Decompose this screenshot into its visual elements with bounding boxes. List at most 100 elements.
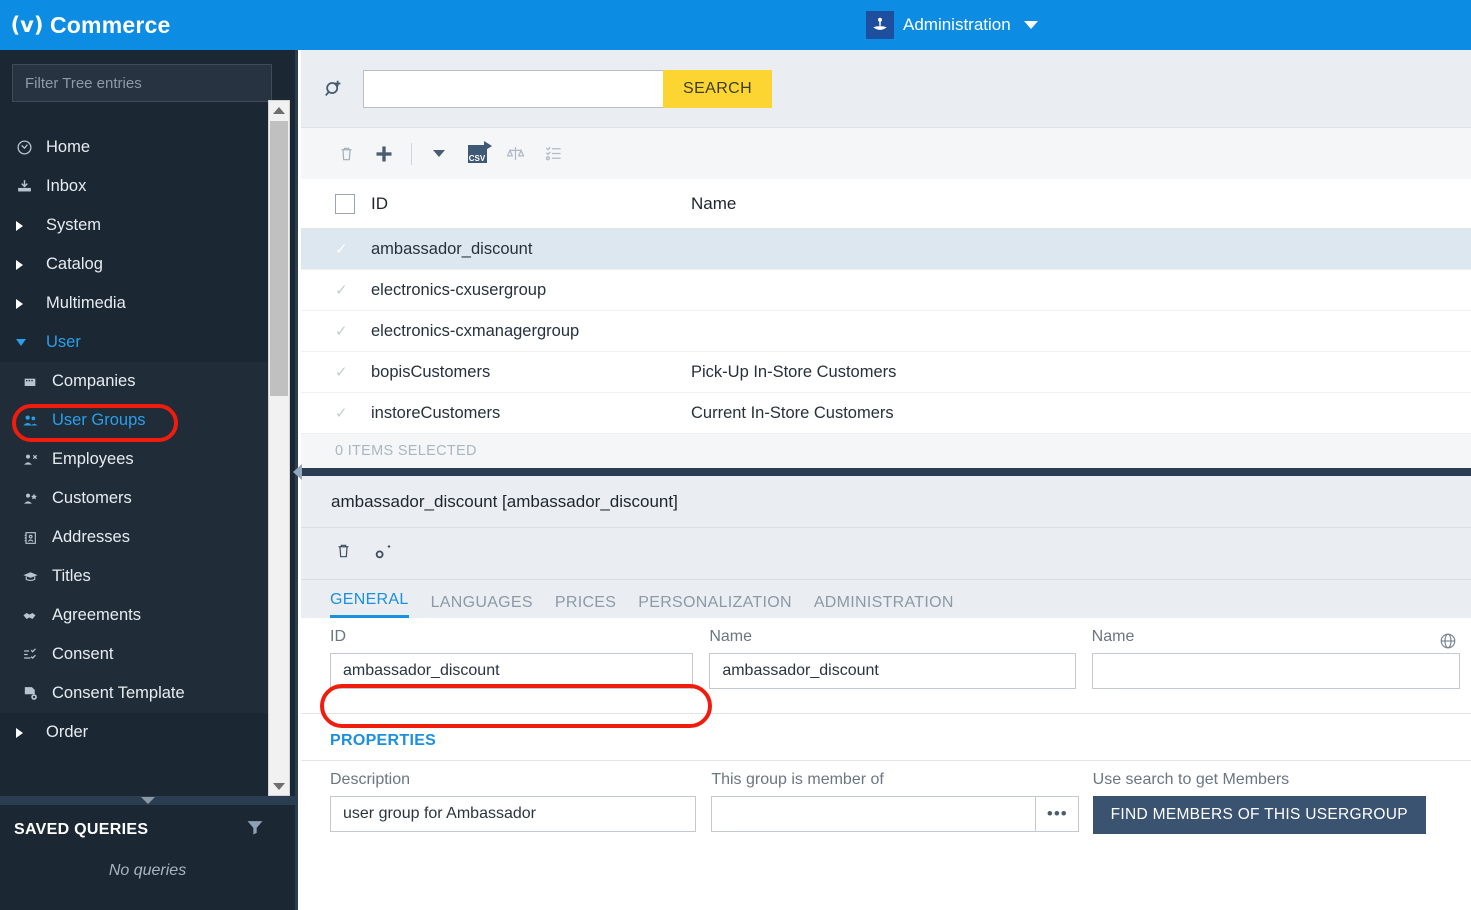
field-label-member-of: This group is member of bbox=[711, 771, 884, 788]
sidebar-item-label: Titles bbox=[52, 567, 91, 585]
user-avatar-icon bbox=[866, 11, 894, 39]
compare-icon[interactable] bbox=[504, 143, 526, 165]
search-button[interactable]: SEARCH bbox=[663, 69, 773, 108]
globe-icon[interactable] bbox=[1439, 632, 1457, 655]
tab-general[interactable]: GENERAL bbox=[330, 591, 409, 618]
triangle-right-icon[interactable] bbox=[16, 298, 40, 309]
properties-title: PROPERTIES bbox=[330, 732, 437, 749]
sidebar-item-multimedia[interactable]: Multimedia bbox=[0, 284, 268, 323]
sidebar-item-catalog[interactable]: Catalog bbox=[0, 245, 268, 284]
tab-administration[interactable]: ADMINISTRATION bbox=[814, 594, 954, 618]
selection-status: 0 ITEMS SELECTED bbox=[301, 434, 1471, 468]
sidebar-item-consent-template[interactable]: Consent Template bbox=[0, 674, 268, 713]
cell-id: bopisCustomers bbox=[371, 362, 491, 381]
sidebar-item-label: User Groups bbox=[52, 411, 146, 429]
add-icon[interactable] bbox=[373, 143, 395, 165]
sidebar-item-label: Customers bbox=[52, 489, 132, 507]
account-label: Administration bbox=[903, 15, 1011, 34]
cell-name: Current In-Store Customers bbox=[691, 403, 894, 422]
delete-icon[interactable] bbox=[335, 143, 357, 165]
triangle-right-icon[interactable] bbox=[16, 220, 40, 231]
collapse-down-icon[interactable] bbox=[140, 797, 155, 804]
select-list-icon[interactable] bbox=[542, 143, 564, 165]
sidebar-item-label: Addresses bbox=[52, 528, 130, 546]
cell-id: electronics-cxmanagergroup bbox=[371, 321, 580, 340]
sidebar-item-user[interactable]: User bbox=[0, 323, 268, 362]
sidebar-item-system[interactable]: System bbox=[0, 206, 268, 245]
member-of-input[interactable] bbox=[711, 796, 1037, 832]
scroll-down-icon[interactable] bbox=[269, 777, 289, 795]
detail-panel: ambassador_discount [ambassador_discount… bbox=[301, 476, 1471, 834]
export-csv-icon[interactable]: CSV bbox=[466, 140, 492, 165]
find-members-button[interactable]: FIND MEMBERS OF THIS USERGROUP bbox=[1092, 796, 1426, 834]
main-content: SEARCH CSV ID Name ✓ ambassador_discount… bbox=[293, 50, 1471, 910]
column-header-id[interactable]: ID bbox=[371, 194, 691, 214]
row-check-icon[interactable]: ✓ bbox=[335, 404, 355, 422]
row-check-icon[interactable]: ✓ bbox=[335, 240, 355, 258]
search-add-icon[interactable] bbox=[323, 78, 363, 100]
sidebar-item-order[interactable]: Order bbox=[0, 713, 268, 752]
field-label-name: Name bbox=[709, 628, 753, 645]
funnel-icon[interactable] bbox=[245, 817, 265, 842]
field-label-members: Use search to get Members bbox=[1092, 771, 1290, 788]
navigation-tree: Home Inbox System Catalog Multimedia Use… bbox=[0, 128, 298, 796]
sidebar-item-customers[interactable]: Customers bbox=[0, 479, 268, 518]
table-row[interactable]: ✓ electronics-cxusergroup bbox=[301, 270, 1471, 311]
name-localized-input[interactable] bbox=[1091, 653, 1460, 689]
tree-filter-input[interactable] bbox=[12, 64, 272, 102]
sidebar-item-inbox[interactable]: Inbox bbox=[0, 167, 268, 206]
row-check-icon[interactable]: ✓ bbox=[335, 322, 355, 340]
saved-queries-header: SAVED QUERIES bbox=[0, 805, 295, 842]
sidebar-item-titles[interactable]: Titles bbox=[0, 557, 268, 596]
inbox-icon bbox=[16, 178, 40, 195]
sidebar-item-consent[interactable]: Consent bbox=[0, 635, 268, 674]
id-input[interactable] bbox=[330, 653, 693, 689]
sidebar-item-home[interactable]: Home bbox=[0, 128, 268, 167]
tab-languages[interactable]: LANGUAGES bbox=[431, 594, 533, 618]
sidebar-item-addresses[interactable]: Addresses bbox=[0, 518, 268, 557]
sidebar-item-user-groups[interactable]: User Groups bbox=[0, 401, 268, 440]
sidebar-item-companies[interactable]: Companies bbox=[0, 362, 268, 401]
scrollbar-thumb[interactable] bbox=[270, 121, 288, 396]
field-name-secondary: Name bbox=[1091, 618, 1471, 689]
collapse-left-icon[interactable] bbox=[293, 464, 302, 480]
description-input[interactable] bbox=[330, 796, 696, 832]
triangle-down-icon[interactable] bbox=[16, 339, 40, 346]
dropdown-caret-icon[interactable] bbox=[428, 143, 450, 165]
sidebar-item-label: System bbox=[46, 216, 102, 234]
tab-personalization[interactable]: PERSONALIZATION bbox=[638, 594, 792, 618]
table-row[interactable]: ✓ ambassador_discount bbox=[301, 229, 1471, 270]
name-input[interactable] bbox=[709, 653, 1077, 689]
triangle-right-icon[interactable] bbox=[16, 259, 40, 270]
key-icon[interactable] bbox=[374, 542, 392, 566]
template-gear-icon bbox=[22, 685, 46, 702]
table-row[interactable]: ✓ bopisCustomers Pick-Up In-Store Custom… bbox=[301, 352, 1471, 393]
tab-prices[interactable]: PRICES bbox=[555, 594, 616, 618]
sidebar-item-employees[interactable]: Employees bbox=[0, 440, 268, 479]
general-fields-row: ID Name Name bbox=[301, 618, 1471, 689]
panel-splitter[interactable] bbox=[293, 464, 1471, 480]
account-menu[interactable]: Administration bbox=[866, 0, 1038, 50]
delete-icon[interactable] bbox=[335, 542, 352, 566]
select-all-checkbox[interactable] bbox=[335, 193, 355, 214]
table-row[interactable]: ✓ electronics-cxmanagergroup bbox=[301, 311, 1471, 352]
table-row[interactable]: ✓ instoreCustomers Current In-Store Cust… bbox=[301, 393, 1471, 434]
field-member-of: This group is member of ••• bbox=[711, 761, 1092, 834]
sidebar-scrollbar[interactable] bbox=[268, 100, 290, 796]
handshake-icon bbox=[22, 607, 46, 625]
triangle-right-icon[interactable] bbox=[16, 727, 40, 738]
column-header-name[interactable]: Name bbox=[691, 194, 1111, 214]
member-of-browse-button[interactable]: ••• bbox=[1036, 796, 1080, 832]
scroll-up-icon[interactable] bbox=[269, 101, 289, 119]
detail-tabs: GENERAL LANGUAGES PRICES PERSONALIZATION… bbox=[301, 580, 1471, 618]
row-check-icon[interactable]: ✓ bbox=[335, 281, 355, 299]
sidebar-item-label: Inbox bbox=[46, 177, 87, 195]
sidebar-splitter[interactable] bbox=[0, 796, 295, 805]
row-check-icon[interactable]: ✓ bbox=[335, 363, 355, 381]
chevron-down-icon[interactable] bbox=[1023, 21, 1038, 29]
sidebar-item-label: Catalog bbox=[46, 255, 103, 273]
search-input[interactable] bbox=[363, 69, 663, 108]
sidebar-item-label: Companies bbox=[52, 372, 136, 390]
sidebar-item-agreements[interactable]: Agreements bbox=[0, 596, 268, 635]
saved-queries-empty: No queries bbox=[108, 862, 187, 879]
